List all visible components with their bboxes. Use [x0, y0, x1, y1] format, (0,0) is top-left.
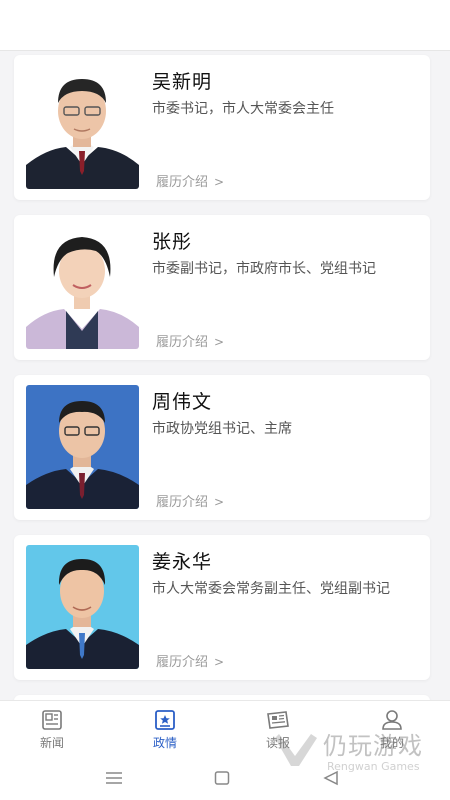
official-card[interactable]: 周伟文 市政协党组书记、主席 履历介绍 > [14, 375, 430, 520]
chevron-right-icon: > [214, 335, 225, 349]
official-photo [26, 545, 139, 669]
chevron-right-icon: > [214, 495, 225, 509]
chevron-right-icon: > [214, 175, 225, 189]
official-name: 张彤 [152, 231, 193, 253]
watermark-subtext: Rengwan Games [327, 760, 420, 773]
official-title: 市政协党组书记、主席 [152, 421, 292, 437]
tab-news[interactable]: 新闻 [12, 709, 92, 751]
top-app-bar [0, 0, 450, 51]
watermark-logo-icon [275, 734, 317, 766]
official-name: 姜永华 [152, 551, 213, 573]
official-title: 市委书记，市人大常委会主任 [152, 101, 334, 117]
watermark-text: 仍玩游戏 [323, 732, 423, 760]
officials-list[interactable]: 吴新明 市委书记，市人大常委会主任 履历介绍 > 张彤 市委副书记，市政府市长、党… [0, 51, 450, 700]
menu-icon[interactable] [105, 770, 123, 786]
resume-link[interactable]: 履历介绍 > [156, 651, 224, 670]
official-photo [26, 65, 139, 189]
official-photo [26, 385, 139, 509]
politics-icon [155, 710, 175, 730]
official-name: 周伟文 [152, 391, 213, 413]
resume-link[interactable]: 履历介绍 > [156, 331, 224, 350]
resume-link[interactable]: 履历介绍 > [156, 491, 224, 510]
tab-politics[interactable]: 政情 [125, 709, 205, 751]
official-card[interactable]: 张彤 市委副书记，市政府市长、党组书记 履历介绍 > [14, 215, 430, 360]
tab-politics-label: 政情 [152, 736, 177, 750]
official-photo [26, 225, 139, 349]
official-title: 市人大常委会常务副主任、党组副书记 [152, 581, 390, 597]
resume-link[interactable]: 履历介绍 > [156, 171, 224, 190]
official-title: 市委副书记，市政府市长、党组书记 [152, 261, 376, 277]
chevron-right-icon: > [214, 655, 225, 669]
official-name: 吴新明 [152, 71, 213, 93]
watermark: 仍玩游戏 Rengwan Games [275, 726, 445, 786]
home-icon[interactable] [214, 770, 230, 786]
official-card[interactable]: 吴新明 市委书记，市人大常委会主任 履历介绍 > [14, 55, 430, 200]
tab-news-label: 新闻 [39, 736, 64, 750]
official-card[interactable]: 姜永华 市人大常委会常务副主任、党组副书记 履历介绍 > [14, 535, 430, 680]
news-icon [42, 710, 62, 730]
